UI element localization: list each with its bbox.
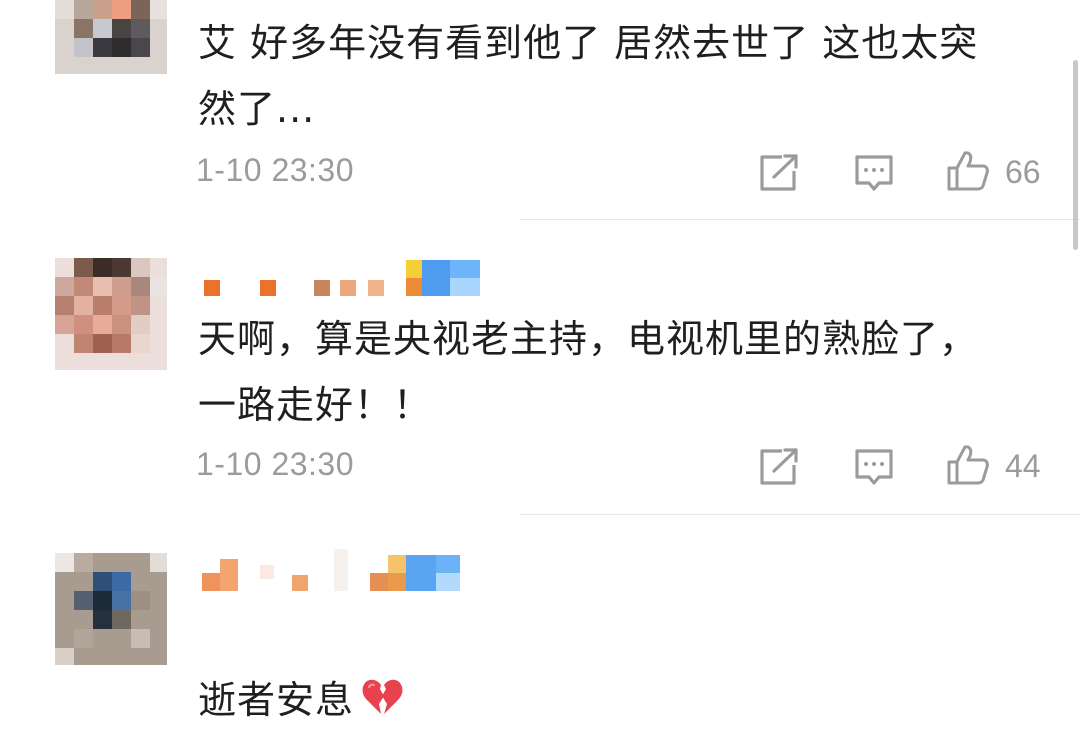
comment-icon[interactable] bbox=[853, 447, 895, 491]
comment-time: 1-10 23:30 bbox=[196, 446, 355, 482]
username[interactable] bbox=[200, 258, 490, 298]
comment-text: 艾 好多年没有看到他了 居然去世了 这也太突 然了... bbox=[198, 21, 979, 131]
avatar[interactable] bbox=[55, 258, 167, 370]
comment-text: 逝者安息 bbox=[198, 601, 1048, 739]
comment-text-content: 逝者安息 bbox=[198, 678, 355, 722]
repost-icon[interactable] bbox=[758, 447, 800, 491]
like-count: 44 bbox=[1005, 448, 1041, 484]
comment-item: 艾 好多年没有看到他了 居然去世了 这也太突 然了... 1-10 23:30 … bbox=[0, 0, 1080, 220]
repost-icon[interactable] bbox=[758, 153, 800, 197]
scrollbar[interactable] bbox=[1073, 60, 1078, 250]
thumbs-up-icon[interactable] bbox=[945, 149, 991, 197]
username[interactable] bbox=[200, 549, 470, 591]
comment-text: 天啊，算是央视老主持，电视机里的熟脸了， 一路走好！！ bbox=[198, 317, 979, 427]
like-count: 66 bbox=[1005, 154, 1041, 190]
avatar[interactable] bbox=[55, 0, 167, 74]
thumbs-up-icon[interactable] bbox=[945, 443, 991, 491]
avatar[interactable] bbox=[55, 553, 167, 665]
comment-item: 逝者安息 bbox=[0, 515, 1080, 722]
broken-heart-icon bbox=[360, 673, 404, 739]
comment-time: 1-10 23:30 bbox=[196, 152, 355, 188]
comment-icon[interactable] bbox=[853, 153, 895, 197]
comment-item: 天啊，算是央视老主持，电视机里的熟脸了， 一路走好！！ 1-10 23:30 4… bbox=[0, 220, 1080, 514]
